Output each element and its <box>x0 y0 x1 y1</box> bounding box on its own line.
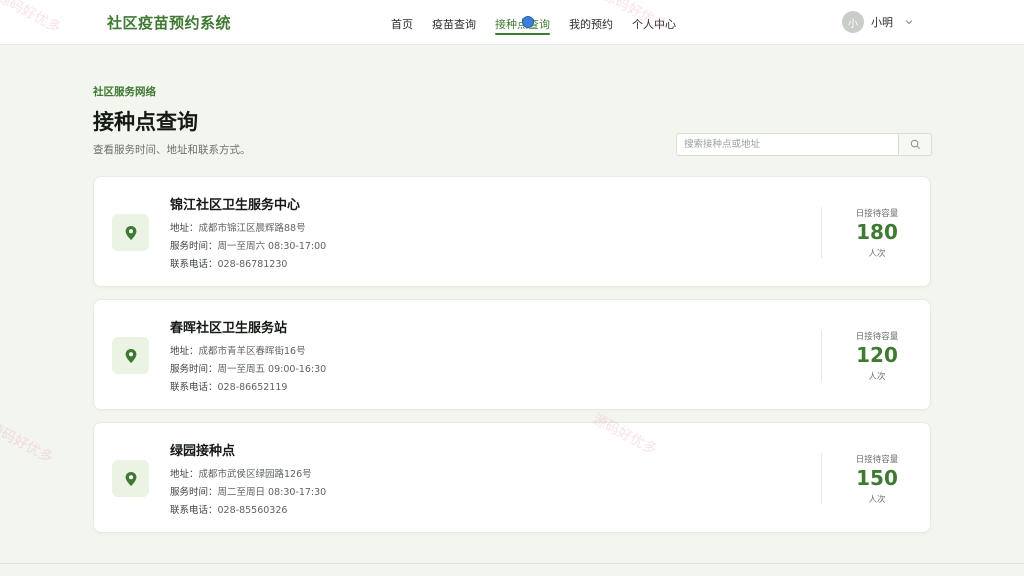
page-subtitle: 查看服务时间、地址和联系方式。 <box>93 144 251 156</box>
site-name: 锦江社区卫生服务中心 <box>170 198 301 213</box>
site-card[interactable]: 春晖社区卫生服务站 地址：成都市青羊区春晖街16号 服务时间：周一至周五 09:… <box>93 299 931 410</box>
search-icon <box>910 139 920 149</box>
location-pin-badge <box>112 214 149 251</box>
site-hours: 服务时间：周一至周五 09:00-16:30 <box>170 364 327 375</box>
location-pin-icon <box>125 348 136 363</box>
capacity-value: 120 <box>856 343 898 367</box>
site-name: 绿园接种点 <box>170 444 236 459</box>
section-eyebrow: 社区服务网络 <box>93 86 156 98</box>
nav-my-appointments[interactable]: 我的预约 <box>569 0 613 45</box>
footer-divider <box>0 563 1024 564</box>
capacity-label: 日接待容量 <box>855 455 899 465</box>
capacity-label: 日接待容量 <box>855 209 899 219</box>
site-address: 地址：成都市锦江区晨辉路88号 <box>170 223 306 234</box>
search-bar <box>676 133 932 156</box>
cursor-indicator <box>522 16 534 28</box>
nav-home[interactable]: 首页 <box>391 0 413 45</box>
location-pin-icon <box>125 471 136 486</box>
site-name: 春晖社区卫生服务站 <box>170 321 288 336</box>
site-phone: 联系电话：028-86652119 <box>170 382 288 393</box>
search-input[interactable] <box>676 133 898 156</box>
user-menu[interactable]: 小 小明 <box>842 11 914 33</box>
capacity-unit: 人次 <box>868 372 886 382</box>
chevron-down-icon <box>905 20 913 25</box>
brand-title[interactable]: 社区疫苗预约系统 <box>107 12 231 33</box>
capacity-block: 日接待容量 120 人次 <box>822 300 932 411</box>
avatar: 小 <box>842 11 864 33</box>
capacity-block: 日接待容量 180 人次 <box>822 177 932 288</box>
site-card[interactable]: 绿园接种点 地址：成都市武侯区绿园路126号 服务时间：周二至周日 08:30-… <box>93 422 931 533</box>
location-pin-badge <box>112 337 149 374</box>
page-title: 接种点查询 <box>93 110 198 134</box>
watermark: 源码好优多 <box>0 419 56 467</box>
nav-profile[interactable]: 个人中心 <box>632 0 676 45</box>
site-address: 地址：成都市武侯区绿园路126号 <box>170 469 312 480</box>
capacity-value: 150 <box>856 466 898 490</box>
site-hours: 服务时间：周二至周日 08:30-17:30 <box>170 487 327 498</box>
user-name: 小明 <box>871 16 893 29</box>
location-pin-badge <box>112 460 149 497</box>
site-address: 地址：成都市青羊区春晖街16号 <box>170 346 306 357</box>
capacity-unit: 人次 <box>868 495 886 505</box>
site-phone: 联系电话：028-85560326 <box>170 505 288 516</box>
nav-vaccine-search[interactable]: 疫苗查询 <box>432 0 476 45</box>
site-hours: 服务时间：周一至周六 08:30-17:00 <box>170 241 327 252</box>
capacity-label: 日接待容量 <box>855 332 899 342</box>
top-navigation-bar: 社区疫苗预约系统 首页 疫苗查询 接种点查询 我的预约 个人中心 小 小明 <box>0 0 1024 45</box>
capacity-block: 日接待容量 150 人次 <box>822 423 932 534</box>
location-pin-icon <box>125 225 136 240</box>
capacity-value: 180 <box>856 220 898 244</box>
site-phone: 联系电话：028-86781230 <box>170 259 288 270</box>
capacity-unit: 人次 <box>868 249 886 259</box>
search-button[interactable] <box>898 133 932 156</box>
site-card[interactable]: 锦江社区卫生服务中心 地址：成都市锦江区晨辉路88号 服务时间：周一至周六 08… <box>93 176 931 287</box>
main-nav: 首页 疫苗查询 接种点查询 我的预约 个人中心 <box>391 0 695 45</box>
